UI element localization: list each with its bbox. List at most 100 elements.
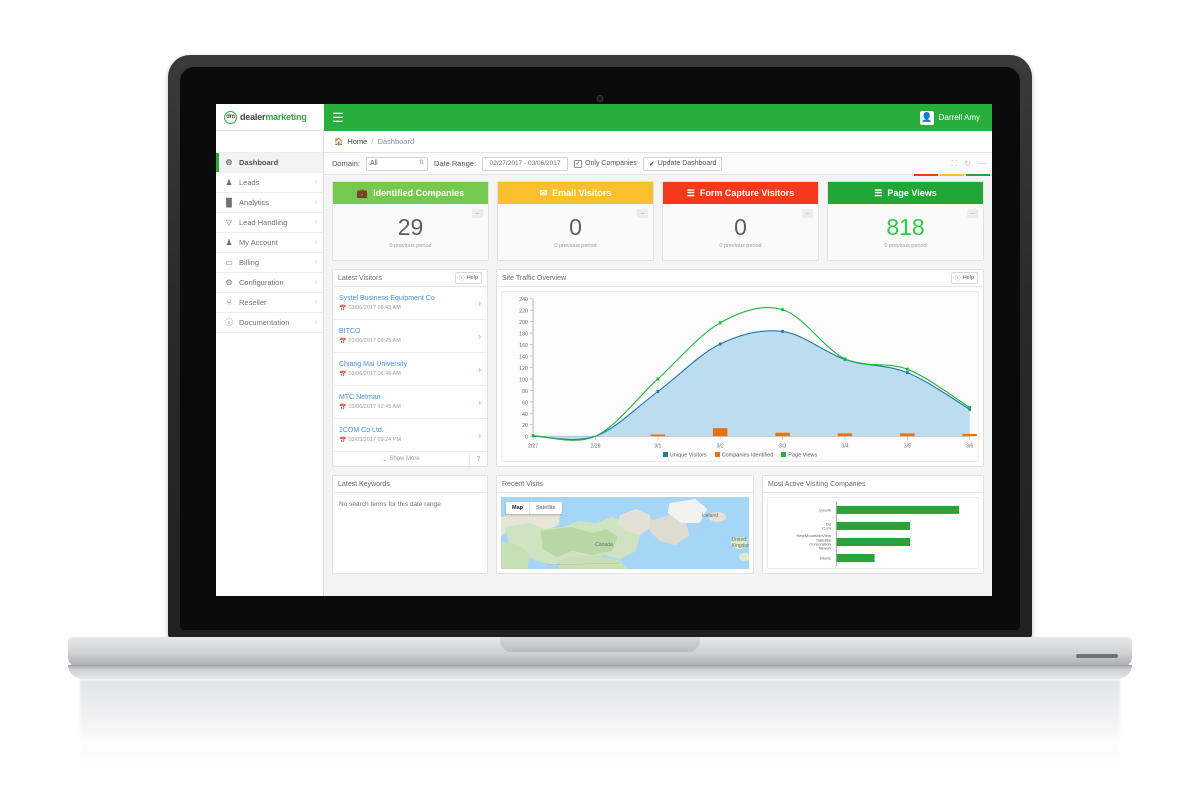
- dm-logo-icon: dm: [224, 110, 237, 124]
- sidebar-item-documentation[interactable]: ⓘ Documentation ›: [216, 313, 323, 333]
- stat-card-body: – 29 0 previous period: [333, 204, 488, 260]
- stat-card-subtext: 0 previous period: [719, 242, 762, 249]
- sidebar-item-lead-handling[interactable]: ▽ Lead Handling ›: [216, 213, 323, 233]
- latest-keywords-title: Latest Keywords: [338, 480, 390, 488]
- minimize-icon[interactable]: —: [978, 159, 986, 168]
- minimize-icon[interactable]: –: [967, 209, 978, 218]
- table-row[interactable]: 2COM Co Ltd. 📅 03/05/2017 09:24 PM ›: [333, 419, 487, 452]
- recent-visits-panel: Recent Visits Map Satellite Canada Icela…: [496, 475, 754, 574]
- user-name: Darrell Amy: [938, 113, 980, 122]
- svg-text:3/6: 3/6: [966, 443, 973, 449]
- stat-card-value: 0: [569, 214, 582, 241]
- legend-label: Page Views: [788, 452, 818, 458]
- sidebar-item-analytics[interactable]: █ Analytics ›: [216, 193, 323, 213]
- calendar-icon: 📅: [339, 305, 347, 312]
- table-row[interactable]: BITCO 📅 03/06/2017 08:25 AM ›: [333, 320, 487, 353]
- svg-text:100: 100: [519, 377, 528, 383]
- latest-visitors-panel: Latest Visitors ⓘ Help Systel Business E…: [332, 269, 488, 467]
- stat-card-form-capture-visitors: ☰ Form Capture Visitors – 0 0 previous perio…: [662, 181, 819, 261]
- brand-logo[interactable]: dm dealermarketing: [216, 104, 324, 131]
- checkbox-icon: ✓: [574, 159, 583, 168]
- chevron-right-icon[interactable]: ›: [478, 299, 481, 308]
- calendar-icon: 📅: [339, 371, 347, 378]
- svg-text:Quanti: Quanti: [819, 508, 831, 513]
- envelope-icon: ✉: [539, 187, 548, 198]
- chevron-right-icon[interactable]: ›: [478, 431, 481, 440]
- chevron-right-icon[interactable]: ›: [478, 365, 481, 374]
- visitor-name[interactable]: MTC Netman: [339, 394, 401, 401]
- help-question-button[interactable]: ?: [470, 452, 487, 466]
- stat-card-title: Page Views: [887, 188, 937, 198]
- chevron-right-icon: ›: [314, 299, 317, 306]
- legend-item-companies-identified[interactable]: Companies Identified: [714, 451, 774, 458]
- table-row[interactable]: MTC Netman 📅 03/06/2017 12:45 AM ›: [333, 386, 487, 419]
- sidebar-item-my-account[interactable]: ♟ My Account ›: [216, 233, 323, 253]
- chevron-right-icon[interactable]: ›: [478, 398, 481, 407]
- info-circle-icon: ⓘ: [955, 276, 961, 282]
- visitor-name[interactable]: 2COM Co Ltd.: [339, 427, 401, 434]
- recent-visits-title: Recent Visits: [502, 480, 543, 488]
- bar-chart-icon: █: [226, 198, 232, 207]
- sidebar-item-billing[interactable]: ▭ Billing ›: [216, 253, 323, 273]
- domain-select-value: All: [369, 160, 378, 167]
- chevron-right-icon: ›: [314, 239, 317, 246]
- map-label: Canada: [595, 541, 613, 548]
- table-row[interactable]: Systel Business Equipment Co 📅 03/06/2017 …: [333, 287, 487, 320]
- check-icon: ✔: [648, 160, 655, 168]
- expand-icon[interactable]: ⛶: [952, 159, 958, 169]
- home-icon: 🏠: [334, 137, 344, 146]
- minimize-icon[interactable]: –: [637, 209, 648, 218]
- satellite-button[interactable]: Satellite: [529, 502, 562, 514]
- calendar-icon: 📅: [339, 338, 347, 345]
- info-circle-icon: ⓘ: [459, 276, 465, 282]
- svg-text:160: 160: [519, 343, 528, 349]
- show-more-button[interactable]: ⌄ Show More: [333, 452, 470, 466]
- update-dashboard-button[interactable]: ✔ Update Dashboard: [642, 156, 723, 171]
- stat-card-identified-companies: 💼 Identified Companies – 29 0 previous perio…: [332, 181, 489, 261]
- date-range-input[interactable]: 02/27/2017 - 03/06/2017: [482, 156, 569, 171]
- webcam-icon: [596, 95, 604, 102]
- breadcrumb-home[interactable]: Home: [347, 137, 367, 146]
- legend-item-page-views[interactable]: Page Views: [781, 451, 818, 458]
- svg-text:80: 80: [522, 389, 528, 395]
- laptop-base-foot: [68, 665, 1132, 679]
- visitor-name[interactable]: Systel Business Equipment Co: [339, 295, 435, 302]
- main-content: 🏠 Home / Dashboard Domain: All ⇅ Date Ra…: [324, 131, 992, 596]
- only-companies-checkbox[interactable]: ✓ Only Companies: [574, 159, 637, 168]
- svg-text:2/27: 2/27: [528, 443, 538, 449]
- hamburger-icon[interactable]: ☰: [324, 104, 352, 131]
- laptop-reflection: [80, 680, 1120, 770]
- stat-card-page-views: ☰ Page Views – 818 0 previous period: [827, 181, 984, 261]
- legend-label: Companies Identified: [721, 452, 774, 458]
- stat-card-body: – 0 0 previous period: [498, 204, 653, 260]
- stat-card-header: ☰ Form Capture Visitors: [663, 182, 818, 204]
- chevron-updown-icon: ⇅: [418, 159, 424, 166]
- site-traffic-legend: Unique Visitors Companies Identified Page …: [502, 451, 978, 458]
- latest-visitors-help-button[interactable]: ⓘ Help: [455, 272, 482, 284]
- minimize-icon[interactable]: –: [472, 209, 483, 218]
- domain-select[interactable]: All ⇅: [365, 156, 428, 171]
- legend-item-unique-visitors[interactable]: Unique Visitors: [662, 451, 707, 458]
- svg-text:Maxis: Maxis: [820, 556, 831, 561]
- visitor-name[interactable]: BITCO: [339, 328, 401, 335]
- chevron-right-icon[interactable]: ›: [478, 332, 481, 341]
- sidebar-item-leads[interactable]: ♟ Leads ›: [216, 173, 323, 193]
- refresh-icon[interactable]: ↻: [964, 159, 971, 168]
- user-menu[interactable]: 👤 Darrell Amy: [919, 104, 992, 131]
- map-type-toggle[interactable]: Map Satellite: [506, 502, 562, 514]
- svg-text:220: 220: [519, 309, 528, 315]
- visitor-name[interactable]: Chiang Mai University: [339, 361, 407, 368]
- map-container[interactable]: Map Satellite Canada Iceland United Kingdo…: [501, 497, 749, 569]
- table-row[interactable]: Chiang Mai University 📅 03/06/2017 06:46 A…: [333, 353, 487, 386]
- most-active-title: Most Active Visiting Companies: [768, 480, 866, 488]
- sidebar-item-dashboard[interactable]: ⚙ Dashboard: [216, 153, 323, 173]
- stat-card-subtext: 0 previous period: [884, 242, 927, 249]
- svg-text:Com: Com: [822, 526, 832, 531]
- minimize-icon[interactable]: –: [802, 209, 813, 218]
- site-traffic-help-button[interactable]: ⓘ Help: [951, 272, 978, 284]
- map-button[interactable]: Map: [506, 502, 529, 514]
- visitor-timestamp: 03/05/2017 09:24 PM: [348, 437, 402, 443]
- sidebar-item-configuration[interactable]: ⚙ Configuration ›: [216, 273, 323, 293]
- visitor-timestamp: 03/06/2017 08:48 AM: [348, 305, 401, 311]
- sidebar-item-reseller[interactable]: ⑂ Reseller ›: [216, 293, 323, 313]
